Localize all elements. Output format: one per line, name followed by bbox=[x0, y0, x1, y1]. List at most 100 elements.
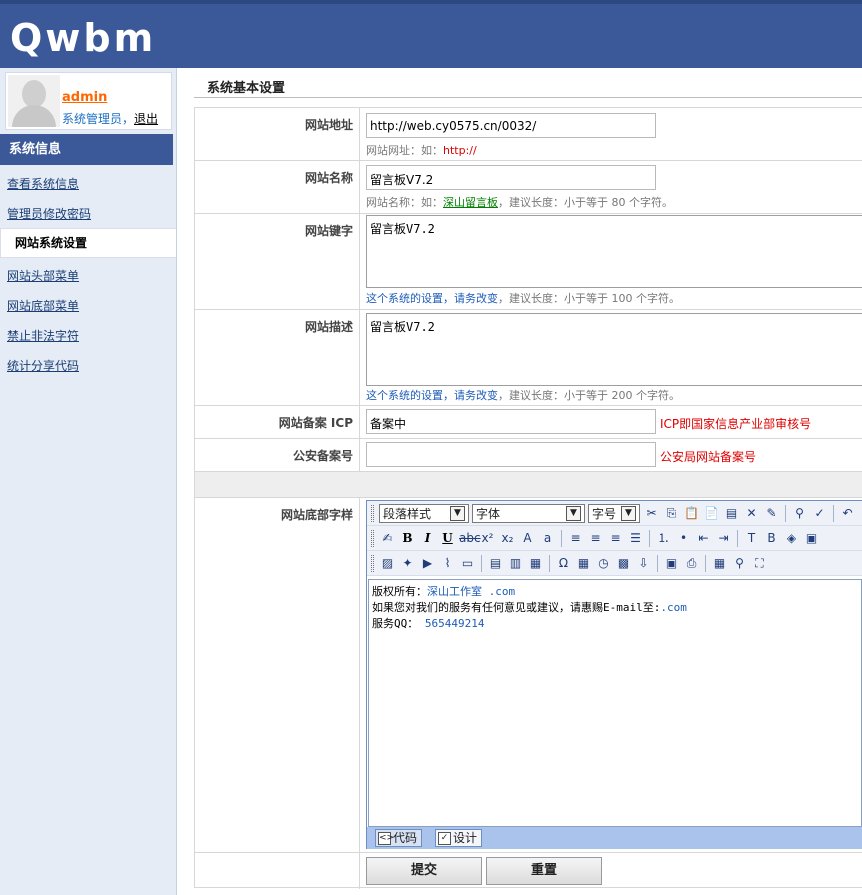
paste-icon[interactable]: 📋 bbox=[683, 505, 700, 522]
fullscreen-icon[interactable]: ⛶ bbox=[751, 555, 768, 572]
print-icon[interactable]: ⎙ bbox=[683, 555, 700, 572]
align-right-icon[interactable]: ≡ bbox=[607, 530, 624, 547]
strikethrough-icon[interactable]: abc bbox=[459, 530, 481, 547]
cut-icon[interactable]: ✂ bbox=[643, 505, 660, 522]
font-select[interactable]: 字体 ▼ bbox=[472, 503, 585, 523]
username-link[interactable]: admin bbox=[62, 90, 107, 105]
clean-format-icon[interactable]: ✎ bbox=[763, 505, 780, 522]
font-size-select[interactable]: 字号 ▼ bbox=[588, 503, 640, 523]
site-url-input[interactable]: http://web.cy0575.cn/0032/ bbox=[366, 113, 656, 138]
example-link[interactable]: 深山留言板 bbox=[443, 196, 498, 209]
insert-frame-icon[interactable]: ▭ bbox=[459, 555, 476, 572]
sidebar-item-change-password[interactable]: 管理员修改密码 bbox=[7, 205, 91, 222]
top-header: Qwbm bbox=[0, 0, 862, 68]
settings-form: 网站地址 http://web.cy0575.cn/0032/ 网站网址：如：h… bbox=[194, 107, 862, 889]
marquee-icon[interactable]: ▦ bbox=[527, 555, 544, 572]
email-link[interactable]: .com bbox=[660, 601, 687, 614]
rich-text-editor: 段落样式▼ 字体▼ 字号▼ ✂ ⎘ 📋 📄 ▤ ✕ ✎ ⚲ ✓ ↶ ✍ B bbox=[366, 500, 862, 849]
ordered-list-icon[interactable]: ⒈ bbox=[655, 530, 672, 547]
site-url-label: 网站地址 bbox=[195, 108, 360, 160]
import-icon[interactable]: ⇩ bbox=[635, 555, 652, 572]
unordered-list-icon[interactable]: • bbox=[675, 530, 692, 547]
chevron-down-icon: ▼ bbox=[566, 505, 581, 521]
row-icp: 网站备案 ICP 备案中 ICP即国家信息产业部审核号 bbox=[195, 406, 862, 439]
row-site-name: 网站名称 留言板V7.2 网站名称：如：深山留言板，建议长度：小于等于 80 个… bbox=[195, 161, 862, 214]
sidebar-item-view-system-info[interactable]: 查看系统信息 bbox=[7, 175, 79, 192]
studio-link[interactable]: 深山工作室 bbox=[427, 585, 482, 598]
studio-com-link[interactable]: .com bbox=[489, 585, 516, 598]
row-site-url: 网站地址 http://web.cy0575.cn/0032/ 网站网址：如：h… bbox=[195, 108, 862, 161]
image-icon[interactable]: ▨ bbox=[379, 555, 396, 572]
site-description-textarea[interactable]: 留言板V7.2 bbox=[366, 313, 862, 386]
sidebar-item-header-menu[interactable]: 网站头部菜单 bbox=[7, 267, 79, 284]
user-role: 系统管理员， bbox=[62, 112, 135, 126]
superscript-icon[interactable]: x² bbox=[479, 530, 496, 547]
site-description-hint: 这个系统的设置，请务改变，建议长度：小于等于 200 个字符。 bbox=[366, 389, 680, 402]
tab-design[interactable]: ✓ 设计 bbox=[435, 829, 483, 847]
format-brush-icon[interactable]: ✍ bbox=[379, 530, 396, 547]
editor-toolbar-1: 段落样式 ▼ 字体 ▼ 字号 ▼ ✂ ⎘ 📋 📄 ▤ ✕ ✎ ⚲ ✓ ↶ bbox=[367, 501, 862, 526]
site-name-hint: 网站名称：如：深山留言板，建议长度：小于等于 80 个字符。 bbox=[366, 196, 673, 209]
zoom-icon[interactable]: ⚲ bbox=[731, 555, 748, 572]
sidebar-item-footer-menu[interactable]: 网站底部菜单 bbox=[7, 297, 79, 314]
horizontal-rule-icon[interactable]: ▤ bbox=[487, 555, 504, 572]
site-keywords-label: 网站键字 bbox=[195, 214, 360, 309]
site-keywords-textarea[interactable]: 留言板V7.2 bbox=[366, 215, 862, 288]
copy-icon[interactable]: ⎘ bbox=[663, 505, 680, 522]
sidebar-item-site-settings[interactable]: 网站系统设置 bbox=[0, 228, 176, 258]
editor-toolbar-3: ▨ ✦ ▶ ⌇ ▭ ▤ ▥ ▦ Ω ▦ ◷ ▩ ⇩ ▣ ⎙ ▦ ⚲ ⛶ bbox=[367, 551, 862, 576]
italic-icon[interactable]: I bbox=[419, 530, 436, 547]
logout-link[interactable]: 退出 bbox=[134, 110, 158, 127]
time-icon[interactable]: ◷ bbox=[595, 555, 612, 572]
police-record-input[interactable] bbox=[366, 442, 656, 467]
attachment-icon[interactable]: ⌇ bbox=[439, 555, 456, 572]
excel-icon[interactable]: ▩ bbox=[615, 555, 632, 572]
police-record-label: 公安备案号 bbox=[195, 439, 360, 471]
paste-text-icon[interactable]: 📄 bbox=[703, 505, 720, 522]
outdent-icon[interactable]: ⇤ bbox=[695, 530, 712, 547]
align-left-icon[interactable]: ≡ bbox=[567, 530, 584, 547]
special-char-icon[interactable]: Ω bbox=[555, 555, 572, 572]
background-color-icon[interactable]: B bbox=[763, 530, 780, 547]
page-break-icon[interactable]: ▥ bbox=[507, 555, 524, 572]
align-justify-icon[interactable]: ☰ bbox=[627, 530, 644, 547]
paste-word-icon[interactable]: ▤ bbox=[723, 505, 740, 522]
user-panel: admin 系统管理员， 退出 bbox=[5, 72, 172, 130]
site-url-hint: 网站网址：如：http:// bbox=[366, 144, 477, 157]
tab-code[interactable]: <> 代码 bbox=[375, 829, 423, 847]
editor-toolbar-2: ✍ B I U abc x² x₂ A a ≡ ≡ ≡ ☰ ⒈ • ⇤ ⇥ T … bbox=[367, 526, 862, 551]
icp-input[interactable]: 备案中 bbox=[366, 409, 656, 434]
bold-icon[interactable]: B bbox=[399, 530, 416, 547]
pdf-icon[interactable]: ▣ bbox=[663, 555, 680, 572]
section-title: 系统基本设置 bbox=[207, 81, 286, 96]
align-center-icon[interactable]: ≡ bbox=[587, 530, 604, 547]
date-icon[interactable]: ▦ bbox=[575, 555, 592, 572]
flash-icon[interactable]: ✦ bbox=[399, 555, 416, 572]
sidebar-item-banned-words[interactable]: 禁止非法字符 bbox=[7, 327, 79, 344]
sidebar-item-stats-share-code[interactable]: 统计分享代码 bbox=[7, 357, 79, 374]
decrease-font-icon[interactable]: a bbox=[539, 530, 556, 547]
delete-icon[interactable]: ✕ bbox=[743, 505, 760, 522]
qq-link[interactable]: 565449214 bbox=[425, 617, 485, 630]
underline-icon[interactable]: U bbox=[439, 530, 456, 547]
site-name-label: 网站名称 bbox=[195, 161, 360, 213]
row-site-description: 网站描述 留言板V7.2 这个系统的设置，请务改变，建议长度：小于等于 200 … bbox=[195, 310, 862, 406]
text-color-icon[interactable]: T bbox=[743, 530, 760, 547]
table-icon[interactable]: ▦ bbox=[711, 555, 728, 572]
undo-icon[interactable]: ↶ bbox=[839, 505, 856, 522]
reset-button[interactable]: 重置 bbox=[486, 857, 602, 885]
find-icon[interactable]: ⚲ bbox=[791, 505, 808, 522]
site-name-input[interactable]: 留言板V7.2 bbox=[366, 165, 656, 190]
indent-icon[interactable]: ⇥ bbox=[715, 530, 732, 547]
site-logo: Qwbm bbox=[10, 16, 157, 60]
editor-content-area[interactable]: 版权所有：深山工作室 .com 如果您对我们的服务有任何意见或建议，请惠赐E-m… bbox=[368, 579, 862, 827]
spellcheck-icon[interactable]: ✓ bbox=[811, 505, 828, 522]
police-record-note: 公安局网站备案号 bbox=[660, 450, 757, 464]
paragraph-style-select[interactable]: 段落样式 ▼ bbox=[379, 503, 469, 523]
increase-font-icon[interactable]: A bbox=[519, 530, 536, 547]
media-icon[interactable]: ▶ bbox=[419, 555, 436, 572]
subscript-icon[interactable]: x₂ bbox=[499, 530, 516, 547]
box-icon[interactable]: ▣ bbox=[803, 530, 820, 547]
style-icon[interactable]: ◈ bbox=[783, 530, 800, 547]
submit-button[interactable]: 提交 bbox=[366, 857, 482, 885]
